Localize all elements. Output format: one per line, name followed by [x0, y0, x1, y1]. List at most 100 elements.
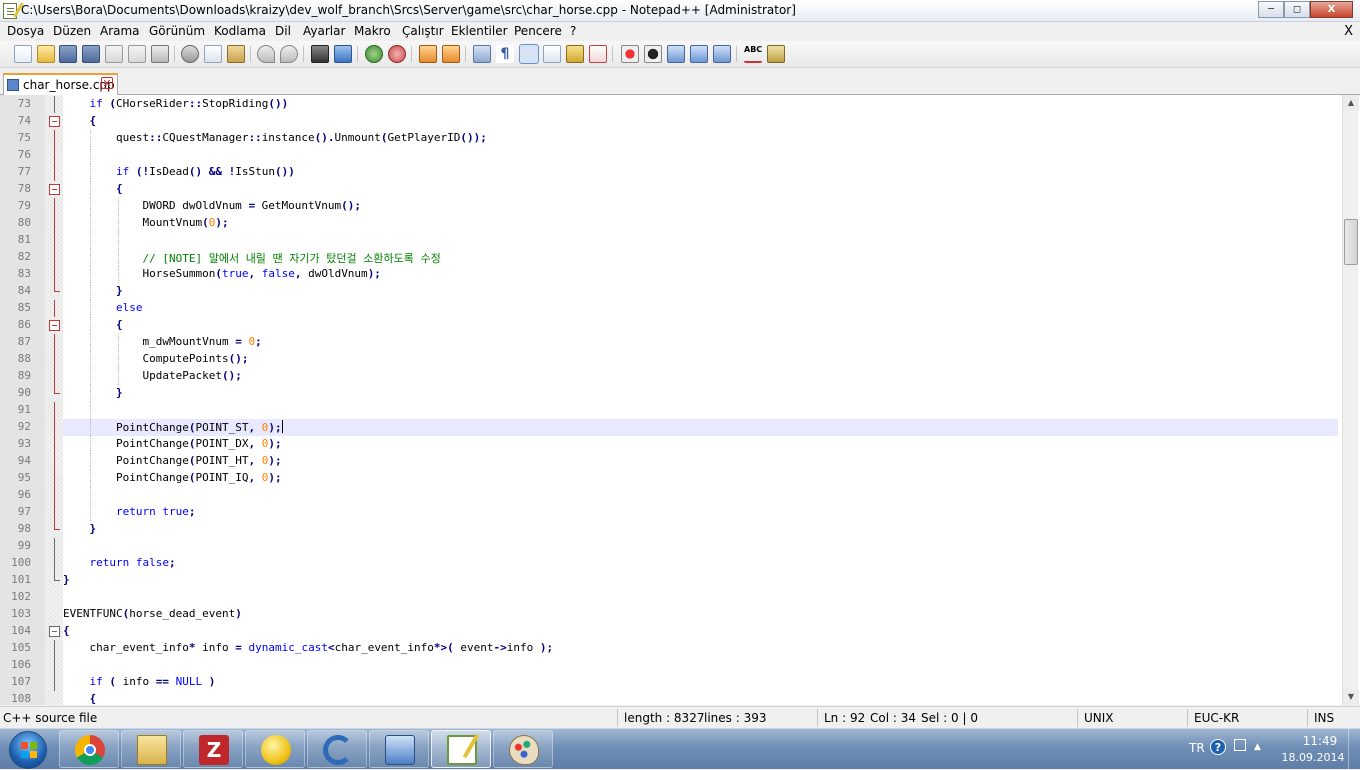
save-all-icon[interactable]: [82, 45, 100, 63]
code-text[interactable]: return false;: [63, 556, 176, 569]
code-line[interactable]: 99: [0, 538, 1360, 555]
menu-gorunum[interactable]: Görünüm: [149, 24, 205, 38]
code-line[interactable]: 81: [0, 232, 1360, 249]
print-icon[interactable]: [151, 45, 169, 63]
indent-guide-icon[interactable]: [519, 44, 539, 64]
code-line[interactable]: 73 if (CHorseRider::StopRiding()): [0, 96, 1360, 113]
replace-icon[interactable]: [334, 45, 352, 63]
word-wrap-icon[interactable]: [473, 45, 491, 63]
menu-makro[interactable]: Makro: [354, 24, 391, 38]
show-desktop-button[interactable]: [1348, 729, 1360, 770]
fold-toggle-icon[interactable]: [49, 626, 60, 637]
sync-horizontal-icon[interactable]: [442, 45, 460, 63]
clock-time[interactable]: 11:49: [1290, 734, 1350, 748]
code-text[interactable]: {: [63, 318, 123, 331]
menu-help[interactable]: ?: [570, 24, 576, 38]
code-text[interactable]: return true;: [63, 505, 196, 518]
code-text[interactable]: UpdatePacket();: [63, 369, 241, 382]
code-line[interactable]: 100 return false;: [0, 555, 1360, 572]
code-text[interactable]: m_dwMountVnum = 0;: [63, 335, 261, 348]
record-macro-icon[interactable]: [621, 45, 639, 63]
network-icon[interactable]: [1234, 739, 1246, 751]
code-text[interactable]: if (CHorseRider::StopRiding()): [63, 97, 289, 110]
code-text[interactable]: }: [63, 573, 70, 586]
function-list-icon[interactable]: [589, 45, 607, 63]
code-line[interactable]: 74 {: [0, 113, 1360, 130]
show-hidden-icons-icon[interactable]: ▲: [1254, 742, 1261, 752]
code-line[interactable]: 97 return true;: [0, 504, 1360, 521]
code-text[interactable]: if ( info == NULL ): [63, 675, 216, 688]
code-line[interactable]: 88 ComputePoints();: [0, 351, 1360, 368]
code-text[interactable]: DWORD dwOldVnum = GetMountVnum();: [63, 199, 361, 212]
code-line[interactable]: 92 PointChange(POINT_ST, 0);: [0, 419, 1360, 436]
code-line[interactable]: 75 quest::CQuestManager::instance().Unmo…: [0, 130, 1360, 147]
find-icon[interactable]: [311, 45, 329, 63]
code-text[interactable]: PointChange(POINT_ST, 0);: [63, 420, 283, 434]
menu-kodlama[interactable]: Kodlama: [214, 24, 266, 38]
maximize-button[interactable]: ◻: [1284, 1, 1310, 18]
code-text[interactable]: PointChange(POINT_DX, 0);: [63, 437, 282, 450]
fold-toggle-icon[interactable]: [49, 184, 60, 195]
code-line[interactable]: 85 else: [0, 300, 1360, 317]
close-window-button[interactable]: X: [1310, 1, 1353, 18]
code-text[interactable]: else: [63, 301, 143, 314]
taskbar-paint[interactable]: [493, 730, 553, 768]
code-line[interactable]: 87 m_dwMountVnum = 0;: [0, 334, 1360, 351]
menu-arama[interactable]: Arama: [100, 24, 140, 38]
spell-check-icon[interactable]: ABC: [744, 45, 762, 63]
close-icon[interactable]: [105, 45, 123, 63]
code-text[interactable]: {: [63, 182, 123, 195]
code-text[interactable]: ComputePoints();: [63, 352, 248, 365]
vertical-scrollbar[interactable]: ▲ ▼: [1342, 95, 1359, 705]
menu-ayarlar[interactable]: Ayarlar: [303, 24, 345, 38]
code-line[interactable]: 105 char_event_info* info = dynamic_cast…: [0, 640, 1360, 657]
paste-icon[interactable]: [227, 45, 245, 63]
code-text[interactable]: if (!IsDead() && !IsStun()): [63, 165, 295, 178]
close-all-icon[interactable]: [128, 45, 146, 63]
scroll-up-icon[interactable]: ▲: [1343, 95, 1359, 111]
start-button[interactable]: [2, 730, 54, 769]
code-line[interactable]: 82 // [NOTE] 말에서 내릴 땐 자기가 탔던걸 소환하도록 수정: [0, 249, 1360, 266]
tab-close-icon[interactable]: ✕: [101, 77, 113, 90]
zoom-in-icon[interactable]: [365, 45, 383, 63]
redo-icon[interactable]: [280, 45, 298, 63]
code-line[interactable]: 91: [0, 402, 1360, 419]
code-editor[interactable]: 73 if (CHorseRider::StopRiding()) 74 {75 …: [0, 95, 1360, 705]
code-text[interactable]: EVENTFUNC(horse_dead_event): [63, 607, 242, 620]
code-text[interactable]: quest::CQuestManager::instance().Unmount…: [63, 131, 487, 144]
scroll-down-icon[interactable]: ▼: [1343, 689, 1359, 705]
taskbar-notepadpp[interactable]: [431, 730, 491, 768]
menu-pencere[interactable]: Pencere: [514, 24, 562, 38]
play-macro-icon[interactable]: [667, 45, 685, 63]
cut-icon[interactable]: [181, 45, 199, 63]
save-icon[interactable]: [59, 45, 77, 63]
menu-duzen[interactable]: Düzen: [53, 24, 91, 38]
code-text[interactable]: }: [63, 284, 123, 297]
plugin-icon[interactable]: [767, 45, 785, 63]
taskbar-filezilla[interactable]: Z: [183, 730, 243, 768]
code-line[interactable]: 90 }: [0, 385, 1360, 402]
menu-calistir[interactable]: Çalıştır: [402, 24, 444, 38]
taskbar-chrome[interactable]: [59, 730, 119, 768]
close-document-button[interactable]: X: [1344, 24, 1353, 39]
code-line[interactable]: 102: [0, 589, 1360, 606]
taskbar-yellow-app[interactable]: [245, 730, 305, 768]
language-indicator[interactable]: TR: [1189, 741, 1205, 755]
code-text[interactable]: {: [63, 624, 70, 637]
new-file-icon[interactable]: [14, 45, 32, 63]
show-all-chars-icon[interactable]: ¶: [496, 45, 514, 63]
code-line[interactable]: 96: [0, 487, 1360, 504]
code-line[interactable]: 78 {: [0, 181, 1360, 198]
stop-macro-icon[interactable]: [644, 45, 662, 63]
help-icon[interactable]: ?: [1210, 739, 1226, 755]
code-line[interactable]: 95 PointChange(POINT_IQ, 0);: [0, 470, 1360, 487]
copy-icon[interactable]: [204, 45, 222, 63]
sync-vertical-icon[interactable]: [419, 45, 437, 63]
code-text[interactable]: HorseSummon(true, false, dwOldVnum);: [63, 267, 380, 280]
code-line[interactable]: 77 if (!IsDead() && !IsStun()): [0, 164, 1360, 181]
code-line[interactable]: 94 PointChange(POINT_HT, 0);: [0, 453, 1360, 470]
open-file-icon[interactable]: [37, 45, 55, 63]
code-text[interactable]: }: [63, 386, 123, 399]
zoom-out-icon[interactable]: [388, 45, 406, 63]
undo-icon[interactable]: [257, 45, 275, 63]
